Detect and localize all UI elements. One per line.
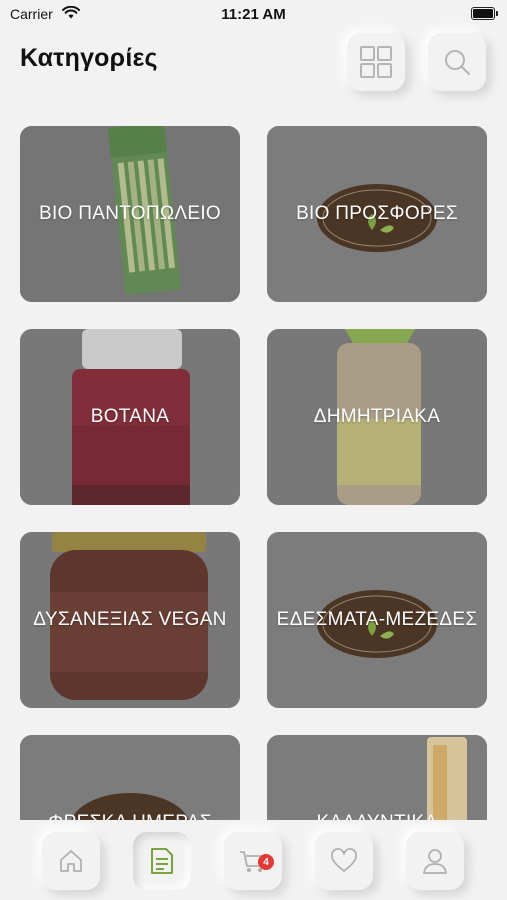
category-image bbox=[267, 735, 487, 820]
heart-icon bbox=[331, 848, 357, 872]
tab-categories[interactable] bbox=[133, 832, 191, 890]
category-card-botana[interactable]: ΒΟΤΑΝΑ bbox=[20, 329, 240, 505]
category-label: ΦΡΕΣΚΑ ΗΜΕΡΑΣ bbox=[20, 812, 240, 820]
tab-favorites[interactable] bbox=[315, 832, 373, 890]
search-icon bbox=[445, 50, 471, 76]
category-card-bio-pantopoleio[interactable]: ΒΙΟ ΠΑΝΤΟΠΩΛΕΙΟ bbox=[20, 126, 240, 302]
home-icon bbox=[60, 850, 82, 872]
battery-icon bbox=[471, 7, 498, 20]
categories-list-icon bbox=[151, 848, 173, 874]
tab-bar: 4 bbox=[0, 820, 507, 900]
category-label: ΚΑΛΛΥΝΤΙΚΑ bbox=[267, 812, 487, 820]
category-card-dimitriaka[interactable]: ΔΗΜΗΤΡΙΑΚΑ bbox=[267, 329, 487, 505]
category-label: ΔΥΣΑΝΕΞΙΑΣ VEGAN bbox=[33, 609, 227, 630]
page-title: Κατηγορίες bbox=[20, 44, 158, 72]
cart-badge: 4 bbox=[258, 854, 274, 870]
category-card-freska-imeras[interactable]: ΦΡΕΣΚΑ ΗΜΕΡΑΣ bbox=[20, 735, 240, 820]
green-family-logo-image bbox=[20, 735, 240, 820]
tab-cart[interactable]: 4 bbox=[224, 832, 282, 890]
status-bar: Carrier 11:21 AM bbox=[0, 0, 507, 30]
clock: 11:21 AM bbox=[221, 6, 286, 23]
category-card-kallyntika[interactable]: ΚΑΛΛΥΝΤΙΚΑ bbox=[267, 735, 487, 820]
grid-view-button[interactable] bbox=[347, 33, 405, 91]
category-label: ΒΙΟ ΠΡΟΣΦΟΡΕΣ bbox=[296, 203, 458, 224]
grid-view-icon bbox=[360, 46, 392, 78]
category-label: ΔΗΜΗΤΡΙΑΚΑ bbox=[313, 406, 441, 427]
category-card-dysaneksias-vegan[interactable]: ΔΥΣΑΝΕΞΙΑΣ VEGAN bbox=[20, 532, 240, 708]
category-label: ΒΙΟ ΠΑΝΤΟΠΩΛΕΙΟ bbox=[38, 203, 221, 224]
category-card-edesmata-mezedes[interactable]: ΕΔΕΣΜΑΤΑ-ΜΕΖΕΔΕΣ bbox=[267, 532, 487, 708]
tab-home[interactable] bbox=[42, 832, 100, 890]
tab-profile[interactable] bbox=[406, 832, 464, 890]
categories-grid: ΒΙΟ ΠΑΝΤΟΠΩΛΕΙΟ ΒΙΟ ΠΡΟΣΦΟΡΕΣ ΒΟΤΑΝΑ ΔΗΜ… bbox=[20, 126, 488, 820]
search-button[interactable] bbox=[428, 33, 486, 91]
category-card-bio-prosfores[interactable]: ΒΙΟ ΠΡΟΣΦΟΡΕΣ bbox=[267, 126, 487, 302]
category-label: ΒΟΤΑΝΑ bbox=[90, 406, 170, 427]
user-icon bbox=[423, 849, 447, 874]
category-label: ΕΔΕΣΜΑΤΑ-ΜΕΖΕΔΕΣ bbox=[276, 609, 478, 630]
